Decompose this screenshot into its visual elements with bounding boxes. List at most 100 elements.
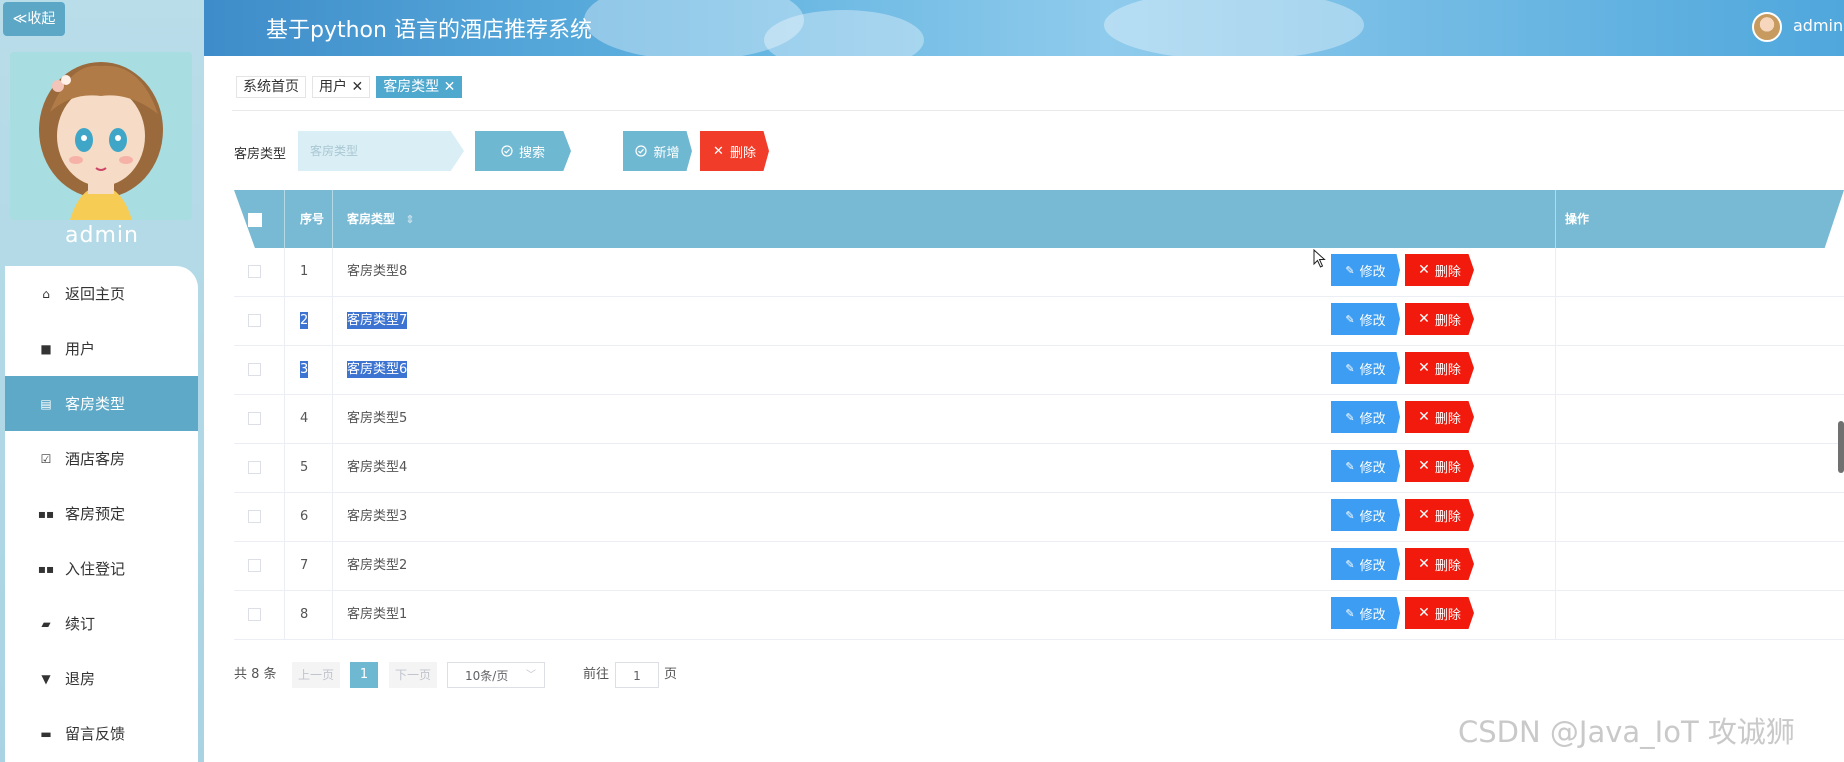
clipboard-check-icon: ☑ [40,451,52,466]
close-icon[interactable]: ✕ [444,79,456,95]
add-button[interactable]: 新增 [623,131,692,171]
close-icon: ✕ [1418,409,1430,425]
row-checkbox-cell [248,493,261,541]
divider [284,346,285,394]
page-number-current[interactable]: 1 [350,662,378,688]
delete-button-label: 删除 [1434,362,1461,378]
row-room-type: 客房类型3 [347,509,408,524]
avatar [10,52,192,220]
delete-button[interactable]: ✕ 删除 [1405,597,1474,629]
sort-icon[interactable]: ⇕ [405,213,414,226]
row-index: 7 [300,558,309,573]
add-button-label: 新增 [653,145,680,161]
sidebar-item-renewal[interactable]: ▰ 续订 [5,596,198,651]
row-checkbox[interactable] [248,265,261,278]
header-username[interactable]: admin [1793,16,1843,35]
header-cloud [1104,0,1364,56]
divider [284,297,285,345]
sidebar-item-label: 留言反馈 [65,725,126,743]
sidebar-item-users[interactable]: ■ 用户 [5,321,198,376]
close-icon: ✕ [1418,605,1430,621]
next-page-button[interactable]: 下一页 [389,662,438,688]
scrollbar-handle[interactable] [1838,421,1844,473]
delete-button[interactable]: ✕ 删除 [1405,548,1474,580]
prev-page-button[interactable]: 上一页 [292,662,341,688]
edit-button[interactable]: ✎ 修改 [1331,450,1400,482]
edit-button[interactable]: ✎ 修改 [1331,499,1400,531]
column-header-action: 操作 [1565,212,1590,226]
edit-icon: ✎ [1345,557,1355,571]
delete-button[interactable]: ✕ 删除 [1405,352,1474,384]
search-button-label: 搜索 [518,145,545,161]
row-checkbox-cell [248,444,261,492]
close-icon: ✕ [1418,556,1430,572]
row-checkbox[interactable] [248,363,261,376]
row-room-type: 客房类型8 [347,264,408,279]
divider [332,248,333,296]
edit-button[interactable]: ✎ 修改 [1331,401,1400,433]
row-checkbox-cell [248,591,261,639]
delete-button[interactable]: ✕ 删除 [1405,303,1474,335]
user-avatar[interactable] [1752,12,1782,42]
edit-button[interactable]: ✎ 修改 [1331,352,1400,384]
edit-button-label: 修改 [1359,362,1386,378]
row-checkbox[interactable] [248,412,261,425]
search-input[interactable] [298,131,464,171]
row-checkbox[interactable] [248,314,261,327]
batch-delete-button[interactable]: ✕ 删除 [700,131,769,171]
sidebar-item-label: 返回主页 [65,285,126,303]
divider [1555,591,1556,639]
row-index: 5 [300,460,309,475]
row-checkbox[interactable] [248,608,261,621]
delete-button[interactable]: ✕ 删除 [1405,499,1474,531]
row-checkbox[interactable] [248,461,261,474]
row-checkbox[interactable] [248,510,261,523]
document-icon: ▤ [40,396,52,411]
edit-icon: ✎ [1345,606,1355,620]
edit-button[interactable]: ✎ 修改 [1331,303,1400,335]
delete-button[interactable]: ✕ 删除 [1405,254,1474,286]
row-type-cell: 客房类型1 [347,591,407,639]
close-icon: ✕ [1418,262,1430,278]
row-index-cell: 3 [300,346,309,394]
sidebar-item-room-booking[interactable]: ▪▪ 客房预定 [5,486,198,541]
edit-button[interactable]: ✎ 修改 [1331,597,1400,629]
sidebar-item-home[interactable]: ⌂ 返回主页 [5,266,198,321]
sidebar-item-label: 客房预定 [65,505,126,523]
divider [1555,542,1556,590]
edit-button-label: 修改 [1359,607,1386,623]
delete-button[interactable]: ✕ 删除 [1405,450,1474,482]
page-size-select[interactable]: 10条/页 ﹀ [447,662,545,688]
sidebar-item-hotel-rooms[interactable]: ☑ 酒店客房 [5,431,198,486]
row-index-cell: 4 [300,395,308,443]
divider [1555,346,1556,394]
divider [332,395,333,443]
edit-button-label: 修改 [1359,460,1386,476]
select-all-checkbox[interactable] [248,212,262,227]
batch-delete-label: 删除 [729,145,756,161]
divider [284,542,285,590]
sidebar-item-check-out[interactable]: ▼ 退房 [5,651,198,706]
edit-button-label: 修改 [1359,264,1386,280]
collapse-sidebar-button[interactable]: ≪收起 [3,2,65,36]
edit-icon: ✎ [1345,361,1355,375]
tab-home[interactable]: 系统首页 [236,76,306,98]
row-checkbox[interactable] [248,559,261,572]
tab-users[interactable]: 用户 ✕ [312,76,371,98]
delete-button[interactable]: ✕ 删除 [1405,401,1474,433]
goto-page-input[interactable]: 1 [615,662,659,688]
edit-icon: ✎ [1345,263,1355,277]
edit-button[interactable]: ✎ 修改 [1331,548,1400,580]
row-index: 4 [300,411,309,426]
divider [332,190,333,248]
tab-room-types[interactable]: 客房类型 ✕ [376,76,463,98]
sidebar-item-check-in[interactable]: ▪▪ 入住登记 [5,541,198,596]
sidebar-item-room-types[interactable]: ▤ 客房类型 [5,376,198,431]
row-index-cell: 7 [300,542,308,590]
divider [1555,444,1556,492]
search-button[interactable]: 搜索 [475,131,571,171]
edit-button[interactable]: ✎ 修改 [1331,254,1400,286]
sidebar-item-feedback[interactable]: ▬ 留言反馈 [5,706,198,761]
column-header-type[interactable]: 客房类型 ⇕ [347,190,414,248]
close-icon[interactable]: ✕ [351,79,363,95]
